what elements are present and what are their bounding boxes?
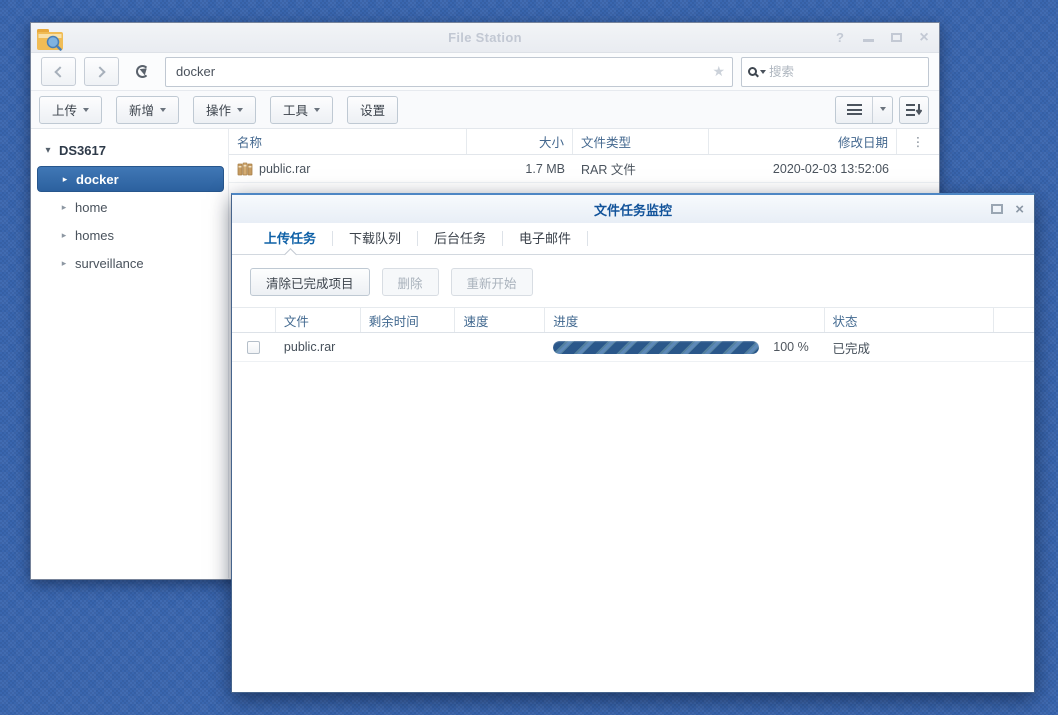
desktop: { "file_station": { "title": "File Stati… (0, 0, 1058, 715)
sort-descending-icon (906, 103, 922, 117)
triangle-down-icon[interactable]: ▾ (43, 145, 53, 156)
column-header-file[interactable]: 文件 (276, 308, 361, 332)
chevron-right-icon (94, 66, 105, 77)
sidebar-item-docker[interactable]: ▸ docker (37, 166, 224, 192)
column-header-checkbox[interactable] (232, 308, 276, 332)
refresh-button[interactable] (127, 57, 157, 86)
file-name: public.rar (259, 162, 310, 176)
chevron-down-icon (314, 108, 320, 115)
upload-button[interactable]: 上传 (39, 96, 102, 124)
sidebar-item-surveillance[interactable]: ▸ surveillance (37, 250, 224, 276)
column-header-speed[interactable]: 速度 (455, 308, 545, 332)
column-header-progress[interactable]: 进度 (545, 308, 824, 332)
refresh-icon (136, 65, 149, 78)
forward-button[interactable] (84, 57, 119, 86)
close-icon[interactable]: × (1015, 202, 1024, 217)
chevron-down-icon (160, 108, 166, 115)
tab-email[interactable]: 电子邮件 (503, 221, 587, 254)
task-table-header: 文件 剩余时间 速度 进度 状态 (232, 307, 1034, 333)
file-size: 1.7 MB (467, 162, 573, 176)
sidebar-item-label: home (75, 200, 108, 215)
tools-button[interactable]: 工具 (270, 96, 333, 124)
chevron-down-icon (880, 107, 886, 114)
column-menu-icon[interactable]: ⋮ (897, 129, 939, 154)
sidebar-item-label: homes (75, 228, 114, 243)
sidebar-item-home[interactable]: ▸ home (37, 194, 224, 220)
search-input[interactable] (769, 65, 922, 79)
file-station-app-icon (36, 26, 64, 51)
restart-button: 重新开始 (451, 268, 533, 296)
view-mode-dropdown-button[interactable] (872, 97, 892, 123)
table-row[interactable]: public.rar 100 % 已完成 (232, 333, 1034, 362)
search-options-caret-icon[interactable] (760, 70, 766, 77)
clear-completed-button[interactable]: 清除已完成项目 (250, 268, 370, 296)
help-icon[interactable]: ? (833, 31, 847, 44)
delete-button: 删除 (382, 268, 439, 296)
create-button[interactable]: 新增 (116, 96, 179, 124)
back-button[interactable] (41, 57, 76, 86)
sidebar-item-homes[interactable]: ▸ homes (37, 222, 224, 248)
task-monitor-titlebar[interactable]: 文件任务监控 × (232, 195, 1034, 223)
list-view-icon (847, 104, 862, 115)
sidebar-item-ds3617[interactable]: ▾ DS3617 (31, 137, 228, 164)
action-toolbar: 上传 新增 操作 工具 设置 (31, 91, 939, 129)
settings-button[interactable]: 设置 (347, 96, 398, 124)
sort-button[interactable] (899, 96, 929, 124)
search-icon[interactable] (748, 67, 757, 76)
column-header-size[interactable]: 大小 (467, 129, 573, 154)
progress-bar-fill (553, 341, 759, 354)
folder-tree-sidebar: ▾ DS3617 ▸ docker ▸ home ▸ homes ▸ surve… (31, 129, 229, 578)
chevron-left-icon (54, 66, 65, 77)
column-header-status[interactable]: 状态 (825, 308, 995, 332)
row-checkbox[interactable] (247, 341, 260, 354)
triangle-right-icon[interactable]: ▸ (59, 230, 69, 241)
chevron-down-icon (83, 108, 89, 115)
rar-file-icon (237, 161, 253, 177)
task-toolbar: 清除已完成项目 删除 重新开始 (232, 255, 1034, 307)
tab-download-queue[interactable]: 下载队列 (333, 221, 417, 254)
chevron-down-icon (237, 108, 243, 115)
sidebar-item-label: docker (76, 172, 119, 187)
tab-background-tasks[interactable]: 后台任务 (418, 221, 502, 254)
task-monitor-dialog: 文件任务监控 × 上传任务 下载队列 后台任务 电子邮件 清除已完成项目 删除 … (231, 193, 1035, 693)
list-view-button[interactable] (836, 97, 872, 123)
file-station-titlebar[interactable]: File Station ? × (31, 23, 939, 53)
column-header-type[interactable]: 文件类型 (573, 129, 709, 154)
close-icon[interactable]: × (917, 30, 931, 46)
favorite-star-icon[interactable]: ★ (712, 63, 725, 80)
triangle-right-icon[interactable]: ▸ (59, 202, 69, 213)
file-list-header: 名称 大小 文件类型 修改日期 ⋮ (229, 129, 939, 155)
file-modified-date: 2020-02-03 13:52:06 (709, 162, 897, 176)
progress-percent: 100 % (773, 340, 808, 354)
column-header-remaining[interactable]: 剩余时间 (361, 308, 456, 332)
address-input[interactable] (165, 57, 733, 87)
maximize-icon[interactable] (991, 204, 1003, 214)
sidebar-item-label: surveillance (75, 256, 144, 271)
task-file-name: public.rar (276, 340, 361, 354)
table-row[interactable]: public.rar 1.7 MB RAR 文件 2020-02-03 13:5… (229, 155, 939, 183)
progress-bar (553, 341, 759, 354)
triangle-right-icon[interactable]: ▸ (59, 258, 69, 269)
maximize-icon[interactable] (889, 31, 903, 44)
dialog-title: 文件任务监控 (594, 200, 672, 219)
task-status: 已完成 (825, 338, 995, 357)
window-title: File Station (448, 30, 522, 45)
sidebar-root-label: DS3617 (59, 143, 106, 158)
search-box (741, 57, 929, 87)
triangle-right-icon[interactable]: ▸ (60, 174, 70, 185)
column-header-modified[interactable]: 修改日期 (709, 129, 897, 154)
navigation-toolbar: ★ (31, 53, 939, 91)
task-monitor-tabs: 上传任务 下载队列 后台任务 电子邮件 (232, 223, 1034, 255)
minimize-icon[interactable] (861, 31, 875, 44)
file-type: RAR 文件 (573, 159, 709, 178)
column-header-name[interactable]: 名称 (229, 129, 467, 154)
action-button[interactable]: 操作 (193, 96, 256, 124)
view-mode-split-button (835, 96, 893, 124)
tab-divider (587, 231, 588, 246)
